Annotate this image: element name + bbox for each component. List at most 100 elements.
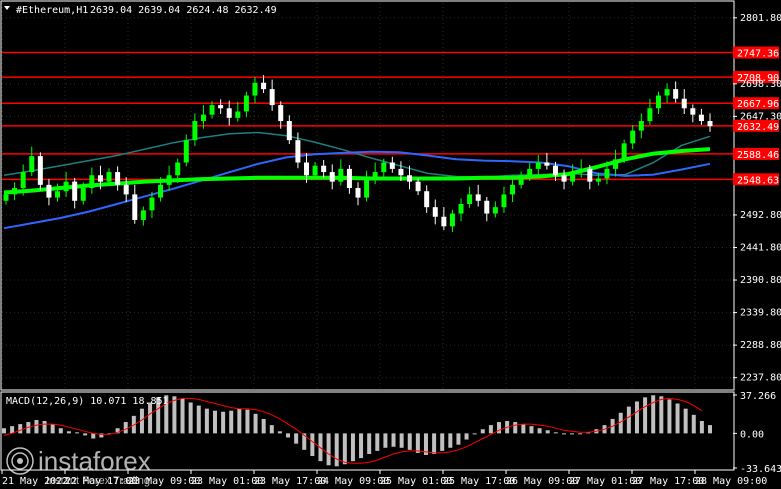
candle-body — [432, 207, 438, 217]
candle-body — [321, 165, 327, 173]
level-label: 2588.46 — [737, 150, 779, 161]
macd-bar — [529, 426, 534, 434]
candle-body — [338, 168, 344, 182]
candle-body — [578, 168, 584, 173]
macd-bar — [58, 428, 63, 434]
macd-bar — [699, 421, 704, 434]
macd-bar — [237, 408, 242, 434]
candle-body — [140, 210, 146, 220]
candle-body — [295, 140, 301, 163]
candle-body — [106, 172, 112, 182]
x-tick-label: 26 May 09:00 — [506, 476, 578, 487]
macd-bar — [229, 410, 234, 434]
macd-bar — [286, 433, 291, 438]
y-tick-label: 2237.80 — [740, 373, 781, 384]
macd-bar — [497, 422, 502, 434]
macd-bar — [399, 433, 404, 448]
candle-body — [269, 89, 275, 106]
candle-body — [218, 105, 224, 109]
candle-body — [183, 140, 189, 163]
candle-body — [89, 175, 95, 189]
macd-bar — [221, 411, 226, 434]
macd-bar — [350, 433, 355, 462]
macd-bar — [448, 433, 453, 448]
macd-bar — [294, 433, 299, 444]
macd-bar — [204, 408, 209, 434]
macd-bar — [42, 421, 47, 434]
macd-bar — [253, 413, 258, 434]
macd-bar — [675, 403, 680, 434]
candle-body — [46, 184, 52, 198]
candle-body — [484, 200, 490, 214]
candle-body — [158, 184, 164, 198]
macd-bar — [375, 433, 380, 451]
candle-body — [655, 95, 661, 109]
candle-body — [115, 172, 121, 185]
macd-bar — [359, 433, 364, 459]
x-tick-label: 25 May 01:00 — [380, 476, 452, 487]
candle-body — [12, 188, 18, 195]
macd-bar — [310, 433, 315, 457]
macd-bar — [683, 408, 688, 434]
candle-body — [544, 162, 550, 166]
watermark-brand: instaforex — [38, 446, 151, 476]
candle-body — [149, 197, 155, 211]
macd-bar — [667, 399, 672, 434]
macd-bar — [188, 402, 193, 434]
candle-body — [20, 172, 26, 189]
macd-bar — [513, 422, 518, 434]
candle-body — [72, 181, 78, 201]
macd-bar — [659, 396, 664, 434]
candle-body — [132, 194, 138, 220]
candle-body — [226, 108, 232, 118]
y-tick-label: 2492.80 — [740, 210, 781, 221]
ma-slow-line — [3, 131, 711, 178]
macd-bar — [561, 433, 566, 435]
candle-body — [561, 175, 567, 182]
macd-bar — [545, 430, 550, 434]
macd-bar — [578, 433, 583, 435]
candle-body — [329, 172, 335, 182]
candle-body — [243, 95, 249, 112]
macd-bar — [10, 426, 15, 434]
candle-body — [303, 162, 309, 176]
candle-body — [638, 121, 644, 131]
chart-window: 2747.36 2708.90 2667.96 2632.49 2588.46 2548.… — [0, 0, 781, 489]
macd-bar — [472, 433, 477, 435]
candle-body — [364, 178, 370, 198]
candle-body — [595, 178, 601, 182]
ohlc-readout: 2639.04 2639.04 2624.48 2632.49 — [90, 5, 277, 16]
menu-triangle-icon[interactable] — [4, 6, 10, 10]
candle-body — [510, 184, 516, 195]
macd-bar — [464, 433, 469, 440]
candle-body — [621, 143, 627, 160]
macd-bar — [537, 428, 542, 434]
candle-body — [570, 172, 576, 182]
macd-bar — [326, 433, 331, 466]
y-tick-label: 2647.30 — [740, 111, 781, 122]
candle-body — [235, 111, 241, 118]
candle-body — [278, 105, 284, 122]
price-chart[interactable]: 2747.362708.902667.962632.492588.462548.… — [0, 0, 781, 489]
x-tick-label: 28 May 09:00 — [695, 476, 767, 487]
level-label: 2548.63 — [737, 175, 779, 186]
candle-body — [441, 216, 447, 227]
y-tick-label: 2288.80 — [740, 340, 781, 351]
macd-bar — [407, 433, 412, 450]
macd-bar — [383, 433, 388, 448]
y-tick-label: 2441.80 — [740, 242, 781, 253]
y-tick-label: 2698.30 — [740, 79, 781, 90]
candle-body — [690, 108, 696, 115]
macd-bar — [75, 432, 80, 434]
macd-bar — [488, 425, 493, 434]
symbol-label: #Ethereum,H1 — [16, 5, 88, 16]
level-label: 2747.36 — [737, 49, 779, 60]
macd-bar — [196, 405, 201, 434]
candle-body — [552, 165, 558, 176]
candle-body — [698, 114, 704, 122]
candle-body — [664, 89, 670, 96]
candle-body — [261, 82, 267, 90]
candle-body — [587, 168, 593, 182]
x-tick-label: 27 May 01:00 — [569, 476, 641, 487]
macd-bar — [261, 418, 266, 434]
